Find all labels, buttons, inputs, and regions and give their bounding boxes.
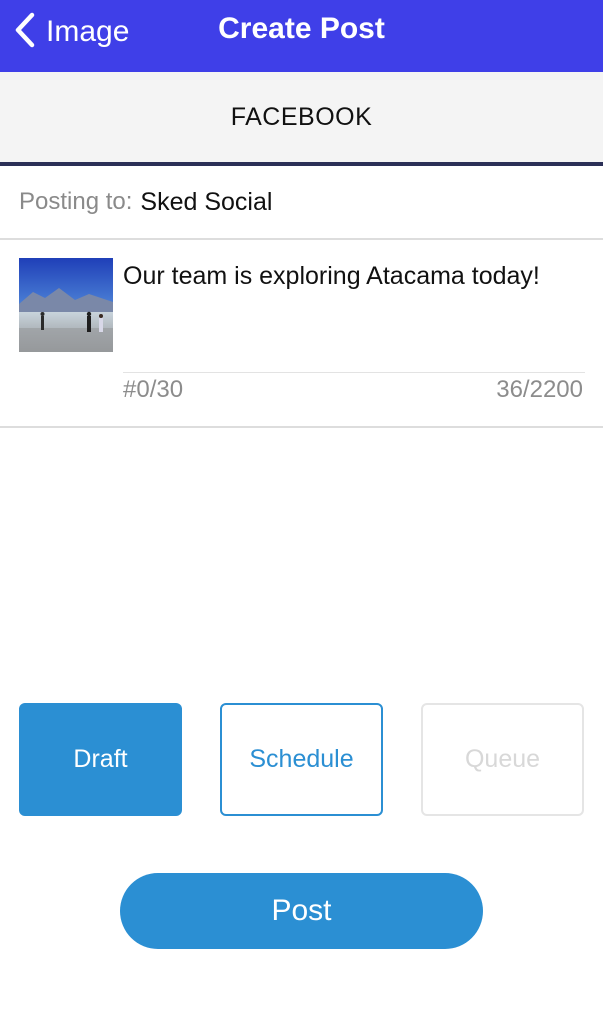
network-tab-bar: FACEBOOK: [0, 72, 603, 166]
tab-facebook[interactable]: FACEBOOK: [231, 103, 373, 132]
back-button[interactable]: Image: [14, 10, 129, 54]
divider: [123, 372, 585, 373]
page-title-text: Create Post: [218, 12, 385, 45]
schedule-button[interactable]: Schedule: [220, 703, 383, 816]
top-navbar: Image Create Post: [0, 0, 603, 72]
posting-to-row: Posting to: Sked Social: [0, 166, 603, 240]
draft-button[interactable]: Draft: [19, 703, 182, 816]
landscape-photo-thumbnail[interactable]: [19, 258, 113, 352]
caption-text[interactable]: Our team is exploring Atacama today!: [123, 260, 593, 292]
queue-button[interactable]: Queue: [421, 703, 584, 816]
chevron-left-icon: [14, 12, 36, 53]
post-button[interactable]: Post: [120, 873, 483, 949]
posting-to-label: Posting to:: [19, 188, 133, 215]
compose-area: Our team is exploring Atacama today! #0/…: [0, 240, 603, 428]
posting-account-name[interactable]: Sked Social: [140, 188, 272, 217]
hashtag-counter: #0/30: [123, 376, 184, 403]
back-label: Image: [46, 15, 130, 48]
character-counter: 36/2200: [496, 376, 583, 403]
